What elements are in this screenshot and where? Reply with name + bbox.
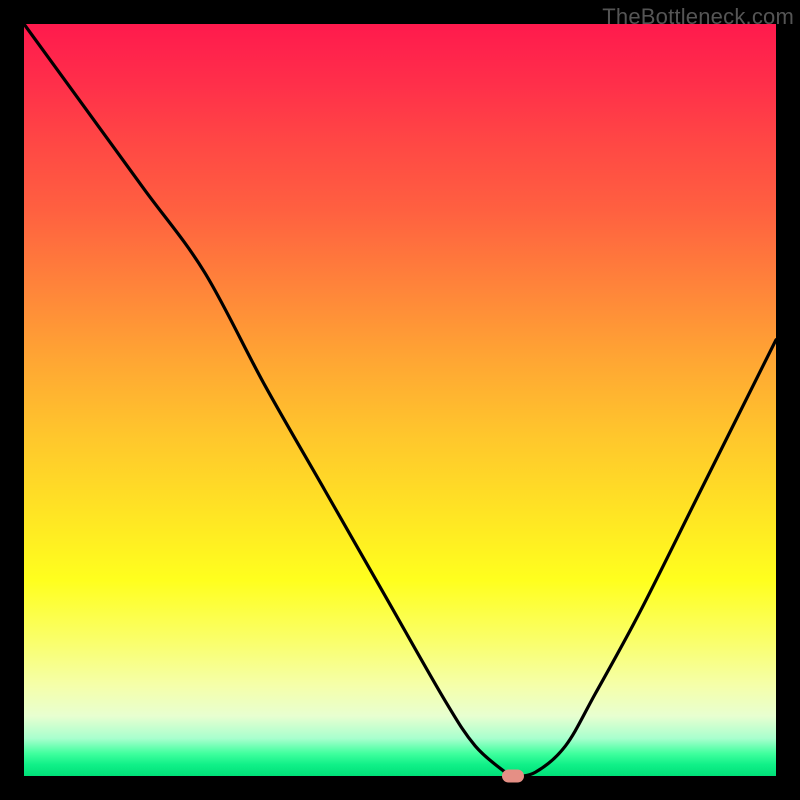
plot-area bbox=[24, 24, 776, 776]
optimal-point-marker bbox=[502, 770, 524, 783]
bottleneck-curve-path bbox=[24, 24, 776, 776]
watermark-text: TheBottleneck.com bbox=[602, 4, 794, 30]
curve-svg bbox=[24, 24, 776, 776]
bottleneck-chart: TheBottleneck.com bbox=[0, 0, 800, 800]
